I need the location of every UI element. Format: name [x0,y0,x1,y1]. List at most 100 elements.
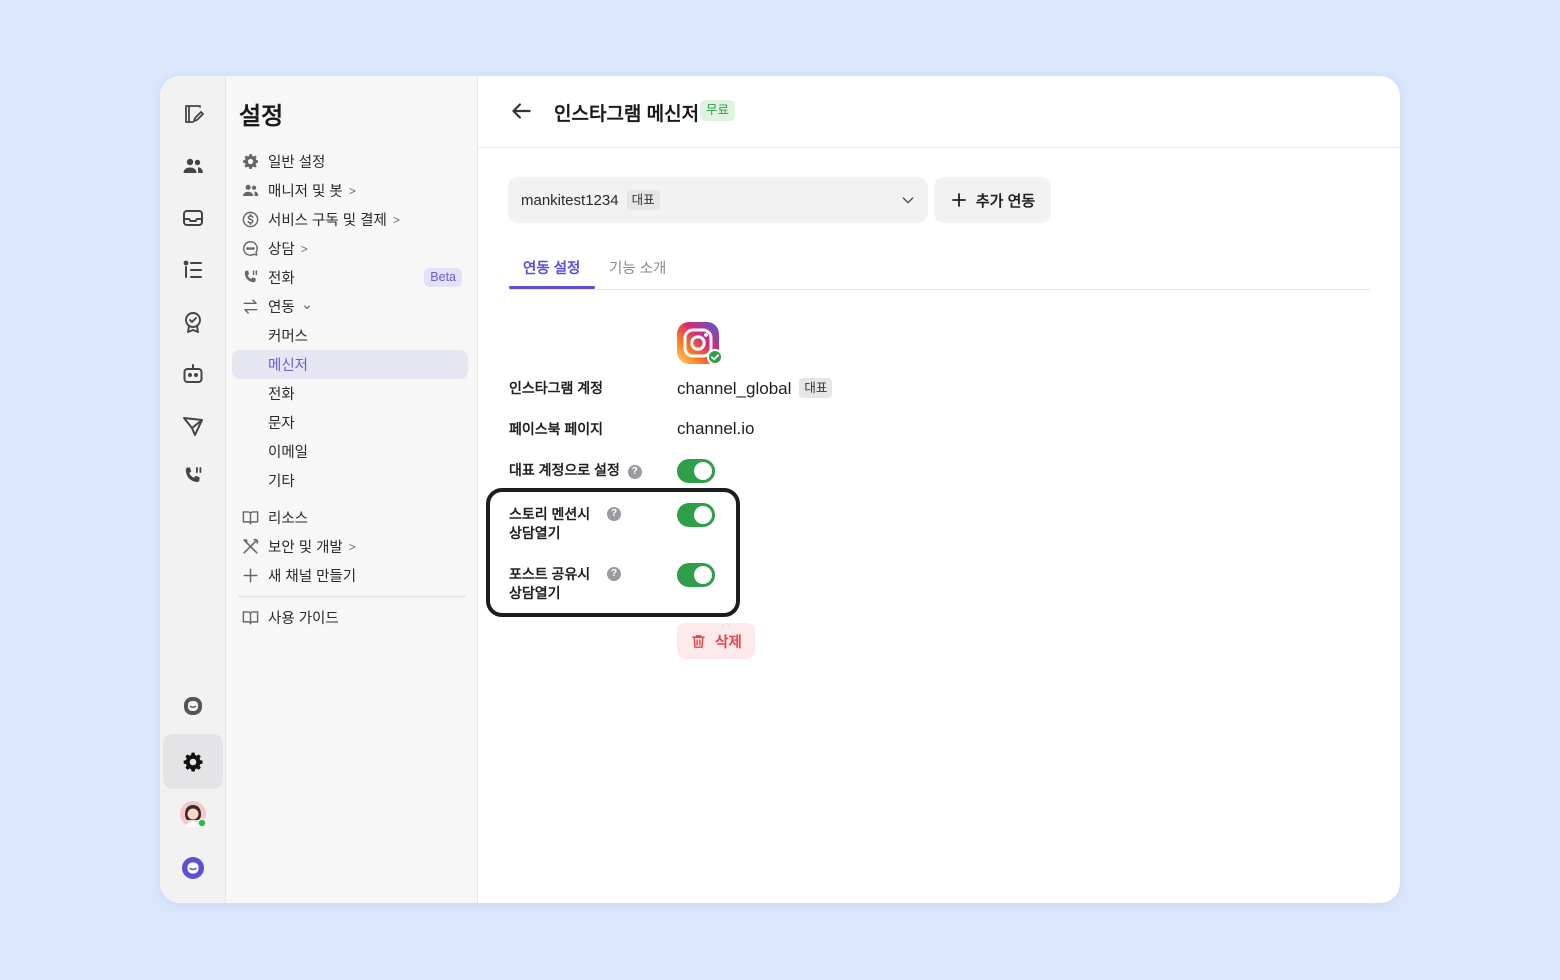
sidebar-item-general[interactable]: 일반 설정 [232,147,468,176]
add-integration-button[interactable]: 추가 연동 [934,177,1051,223]
sidebar-divider [238,596,466,597]
tab-active-indicator [509,286,595,289]
sidebar-item-label: 매니저 및 봇 [268,184,343,200]
phone-icon [244,270,257,283]
primary-account-label: 대표 계정으로 설정? [509,461,642,480]
account-select-value: mankitest1234 [521,191,619,209]
gear-icon [242,153,258,170]
bot-icon [183,364,203,383]
instagram-account-value: channel_global 대표 [677,378,833,399]
sidebar-item-label: 사용 가이드 [268,611,339,627]
sidebar-item-label: 문자 [268,416,295,432]
swap-arrows-icon [242,299,258,314]
sidebar-item-label: 메신저 [268,358,309,374]
gear-icon [183,752,203,771]
trash-icon [692,634,706,648]
channel-logo-icon [182,857,204,879]
facebook-page-value: channel.io [677,419,755,438]
sidebar-item-label: 서비스 구독 및 결제 [268,213,387,229]
chevron-right-icon: > [300,241,308,256]
inbox-edit-icon [185,105,204,123]
chevron-right-icon: > [348,183,356,198]
sidebar-item-label: 새 채널 만들기 [268,569,357,585]
chevron-down-icon: ⌄ [300,295,314,313]
sidebar-title: 설정 [239,103,284,130]
phone-icon [185,467,202,483]
delete-label: 삭제 [715,634,742,651]
rail-phone[interactable] [163,450,223,502]
plus-icon [242,568,258,583]
sidebar-item-label: 상담 [268,242,295,258]
tools-icon [242,538,258,554]
contacts-icon [242,184,258,197]
arrow-left-icon [512,103,531,119]
sidebar-item-call-sub[interactable]: 전화 [232,379,468,408]
sidebar-item-label: 이메일 [268,445,309,461]
tab-feature-intro[interactable]: 기능 소개 [609,257,666,278]
sidebar-item-guide[interactable]: 사용 가이드 [232,603,468,632]
contacts-icon [183,158,203,173]
sidebar-item-label: 리소스 [268,511,309,527]
inbox-tray-icon [183,210,203,226]
rail-channel-talk[interactable] [163,680,223,732]
tab-bar: 연동 설정 기능 소개 [509,245,1370,290]
sidebar-item-label: 전화 [268,271,295,287]
sidebar-item-label: 일반 설정 [268,155,326,171]
delete-button[interactable]: 삭제 [677,623,755,659]
facebook-page-label: 페이스북 페이지 [509,421,604,437]
help-icon[interactable]: ? [627,465,642,479]
primary-account-toggle[interactable] [677,459,715,483]
account-select[interactable]: mankitest1234 대표 [508,177,928,223]
sidebar-item-email[interactable]: 이메일 [232,437,468,466]
sidebar-item-label: 기타 [268,474,295,490]
page-header: 인스타그램 메신저 무료 [478,76,1400,148]
rail-badge[interactable] [163,296,223,348]
avatar [180,801,207,828]
sidebar-item-label: 전화 [268,387,295,403]
dollar-circle-icon [242,211,258,228]
page-title: 인스타그램 메신저 [554,104,700,125]
sidebar-item-billing[interactable]: 서비스 구독 및 결제 > [232,205,468,234]
sidebar-item-etc[interactable]: 기타 [232,466,468,495]
add-integration-label: 추가 연동 [975,192,1036,210]
sidebar-item-label: 연동 [268,300,295,316]
chevron-right-icon: > [348,539,356,554]
sidebar-item-messenger[interactable]: 메신저 [232,350,468,379]
rail-send[interactable] [163,400,223,452]
rail-inbox[interactable] [163,192,223,244]
rail-avatar[interactable] [163,788,223,840]
back-button[interactable] [508,98,534,124]
sidebar-item-commerce[interactable]: 커머스 [232,321,468,350]
primary-account-text: 대표 계정으로 설정 [509,462,620,478]
send-icon [183,417,203,436]
settings-sidebar: 설정 일반 설정 매니저 및 봇 > 서비스 구독 및 결제 > 상담 > 전화… [226,76,478,903]
highlight-outline [486,488,740,617]
chevron-down-icon [902,197,914,204]
instagram-logo-icon [677,322,722,365]
sidebar-item-new-channel[interactable]: 새 채널 만들기 [232,561,468,590]
sidebar-item-call[interactable]: 전화 Beta [232,263,468,292]
sidebar-item-integration[interactable]: 연동 ⌄ [232,292,468,321]
tab-integration-settings[interactable]: 연동 설정 [523,257,580,278]
rail-contacts[interactable] [163,140,223,192]
main-panel: 인스타그램 메신저 무료 mankitest1234 대표 추가 연동 연동 설… [478,76,1400,903]
sidebar-item-label: 커머스 [268,329,309,345]
instagram-primary-tag: 대표 [799,378,833,398]
chat-bubble-icon [242,241,258,256]
book-icon [242,511,258,525]
rail-bot[interactable] [163,348,223,400]
sidebar-item-managers[interactable]: 매니저 및 봇 > [232,176,468,205]
plus-icon [951,193,966,207]
rail-inbox-edit[interactable] [163,88,223,140]
channel-talk-icon [184,697,202,715]
rail-channel-logo[interactable] [163,842,223,894]
rail-list[interactable] [163,244,223,296]
instagram-account-label: 인스타그램 계정 [509,380,604,396]
rail-settings[interactable] [163,734,223,789]
sidebar-item-sms[interactable]: 문자 [232,408,468,437]
sidebar-item-resources[interactable]: 리소스 [232,503,468,532]
sidebar-item-security[interactable]: 보안 및 개발 > [232,532,468,561]
badge-icon [185,312,201,333]
book-icon [242,611,258,625]
sidebar-item-consult[interactable]: 상담 > [232,234,468,263]
